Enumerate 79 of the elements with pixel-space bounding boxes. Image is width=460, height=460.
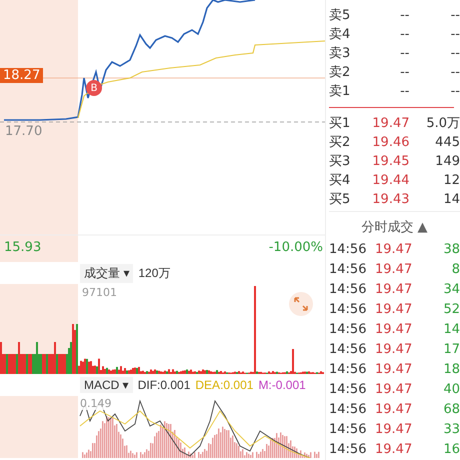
bid-label: 买4 [329,172,352,190]
bid-label: 买2 [329,134,352,152]
bid-volume: 14 [442,191,460,209]
trade-volume: 33 [442,421,460,439]
macd-peak-label: 0.149 [80,397,112,410]
trade-time: 14:56 [329,321,368,339]
ask-label: 卖1 [329,83,352,101]
low-change-label: -10.00% [268,240,323,255]
trade-marker: B [86,80,102,96]
ask-price: -- [399,83,410,101]
volume-scale: 120万 [138,264,170,282]
trade-price: 19.47 [375,421,414,439]
trade-time: 14:56 [329,421,368,439]
dif-value: DIF:0.001 [138,378,190,392]
expand-icon[interactable] [289,292,313,316]
bid-price: 19.45 [371,153,410,171]
bid-price: 19.43 [371,191,410,209]
ask-price: -- [399,45,410,63]
collapse-toggle[interactable]: ▲ [418,220,428,234]
trade-price: 19.47 [375,401,414,419]
trade-time: 14:56 [329,401,368,419]
price-label: 18.27 [0,68,44,83]
bid-label: 买1 [329,115,352,133]
price-label: 17.70 [4,124,44,139]
trade-volume: 16 [442,441,460,459]
trade-time: 14:56 [329,281,368,299]
trade-volume: 8 [450,261,460,279]
ask-label: 卖2 [329,64,352,82]
bid-price: 19.46 [371,134,410,152]
trade-price: 19.47 [375,301,414,319]
bid-volume: 5.0万 [425,115,460,133]
indicator-selector[interactable]: 成交量 ▾ [80,264,134,282]
ask-label: 卖3 [329,45,352,63]
trades-title: 分时成交 [362,219,414,236]
trade-price: 19.47 [375,261,414,279]
bid-volume: 149 [434,153,460,171]
m-value: M:-0.001 [258,378,306,392]
ask-volume: -- [450,26,460,44]
ask-volume: -- [450,45,460,63]
trade-time: 14:56 [329,381,368,399]
trade-volume: 34 [442,281,460,299]
trade-time: 14:56 [329,301,368,319]
bid-volume: 12 [442,172,460,190]
trade-time: 14:56 [329,441,368,459]
trade-volume: 40 [442,381,460,399]
trade-volume: 17 [442,341,460,359]
volume-peak-label: 97101 [82,286,117,299]
bid-price: 19.47 [371,115,410,133]
trade-volume: 18 [442,361,460,379]
ask-volume: -- [450,83,460,101]
trade-volume: 14 [442,321,460,339]
trade-time: 14:56 [329,341,368,359]
trade-price: 19.47 [375,341,414,359]
bid-label: 买3 [329,153,352,171]
trade-price: 19.47 [375,281,414,299]
ask-volume: -- [450,64,460,82]
trade-volume: 52 [442,301,460,319]
trade-time: 14:56 [329,261,368,279]
indicator-selector[interactable]: MACD ▾ [80,377,133,393]
ask-label: 卖4 [329,26,352,44]
trade-price: 19.47 [375,441,414,459]
trade-price: 19.47 [375,241,414,259]
trade-time: 14:56 [329,241,368,259]
trade-time: 14:56 [329,361,368,379]
dea-value: DEA:0.001 [195,378,254,392]
ask-price: -- [399,7,410,25]
trade-price: 19.47 [375,321,414,339]
bid-price: 19.44 [371,172,410,190]
ask-volume: -- [450,7,460,25]
bid-label: 买5 [329,191,352,209]
trade-price: 19.47 [375,381,414,399]
ask-price: -- [399,26,410,44]
low-price-label: 15.93 [4,240,42,255]
ask-label: 卖5 [329,7,352,25]
bid-volume: 445 [434,134,460,152]
trade-price: 19.47 [375,361,414,379]
trade-volume: 68 [442,401,460,419]
trade-volume: 38 [442,241,460,259]
ask-price: -- [399,64,410,82]
